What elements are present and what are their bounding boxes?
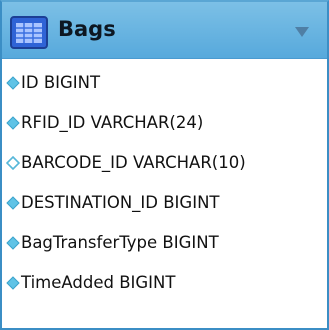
column-row[interactable]: ID BIGINT bbox=[2, 65, 327, 105]
column-row[interactable]: RFID_ID VARCHAR(24) bbox=[2, 105, 327, 145]
diamond-icon bbox=[6, 116, 20, 130]
table-header[interactable]: Bags bbox=[2, 2, 327, 59]
diamond-icon bbox=[6, 276, 20, 290]
column-row[interactable]: BARCODE_ID VARCHAR(10) bbox=[2, 145, 327, 185]
column-label: RFID_ID VARCHAR(24) bbox=[21, 113, 204, 132]
column-label: BagTransferType BIGINT bbox=[21, 233, 219, 252]
column-label: TimeAdded BIGINT bbox=[21, 273, 176, 292]
column-label: ID BIGINT bbox=[21, 73, 101, 92]
column-row[interactable]: DESTINATION_ID BIGINT bbox=[2, 185, 327, 225]
diamond-icon bbox=[6, 76, 20, 90]
chevron-down-icon[interactable] bbox=[295, 27, 309, 37]
column-label: BARCODE_ID VARCHAR(10) bbox=[21, 153, 246, 172]
diamond-icon bbox=[6, 156, 20, 170]
column-label: DESTINATION_ID BIGINT bbox=[21, 193, 220, 212]
diamond-icon bbox=[6, 236, 20, 250]
diamond-icon bbox=[6, 196, 20, 210]
bags-table[interactable]: Bags ID BIGINT RFID_ID VARCHAR(24) BARCODE… bbox=[0, 0, 329, 330]
table-title: Bags bbox=[58, 17, 116, 41]
column-row[interactable]: BagTransferType BIGINT bbox=[2, 225, 327, 265]
table-icon bbox=[10, 16, 48, 49]
column-row[interactable]: TimeAdded BIGINT bbox=[2, 265, 327, 305]
